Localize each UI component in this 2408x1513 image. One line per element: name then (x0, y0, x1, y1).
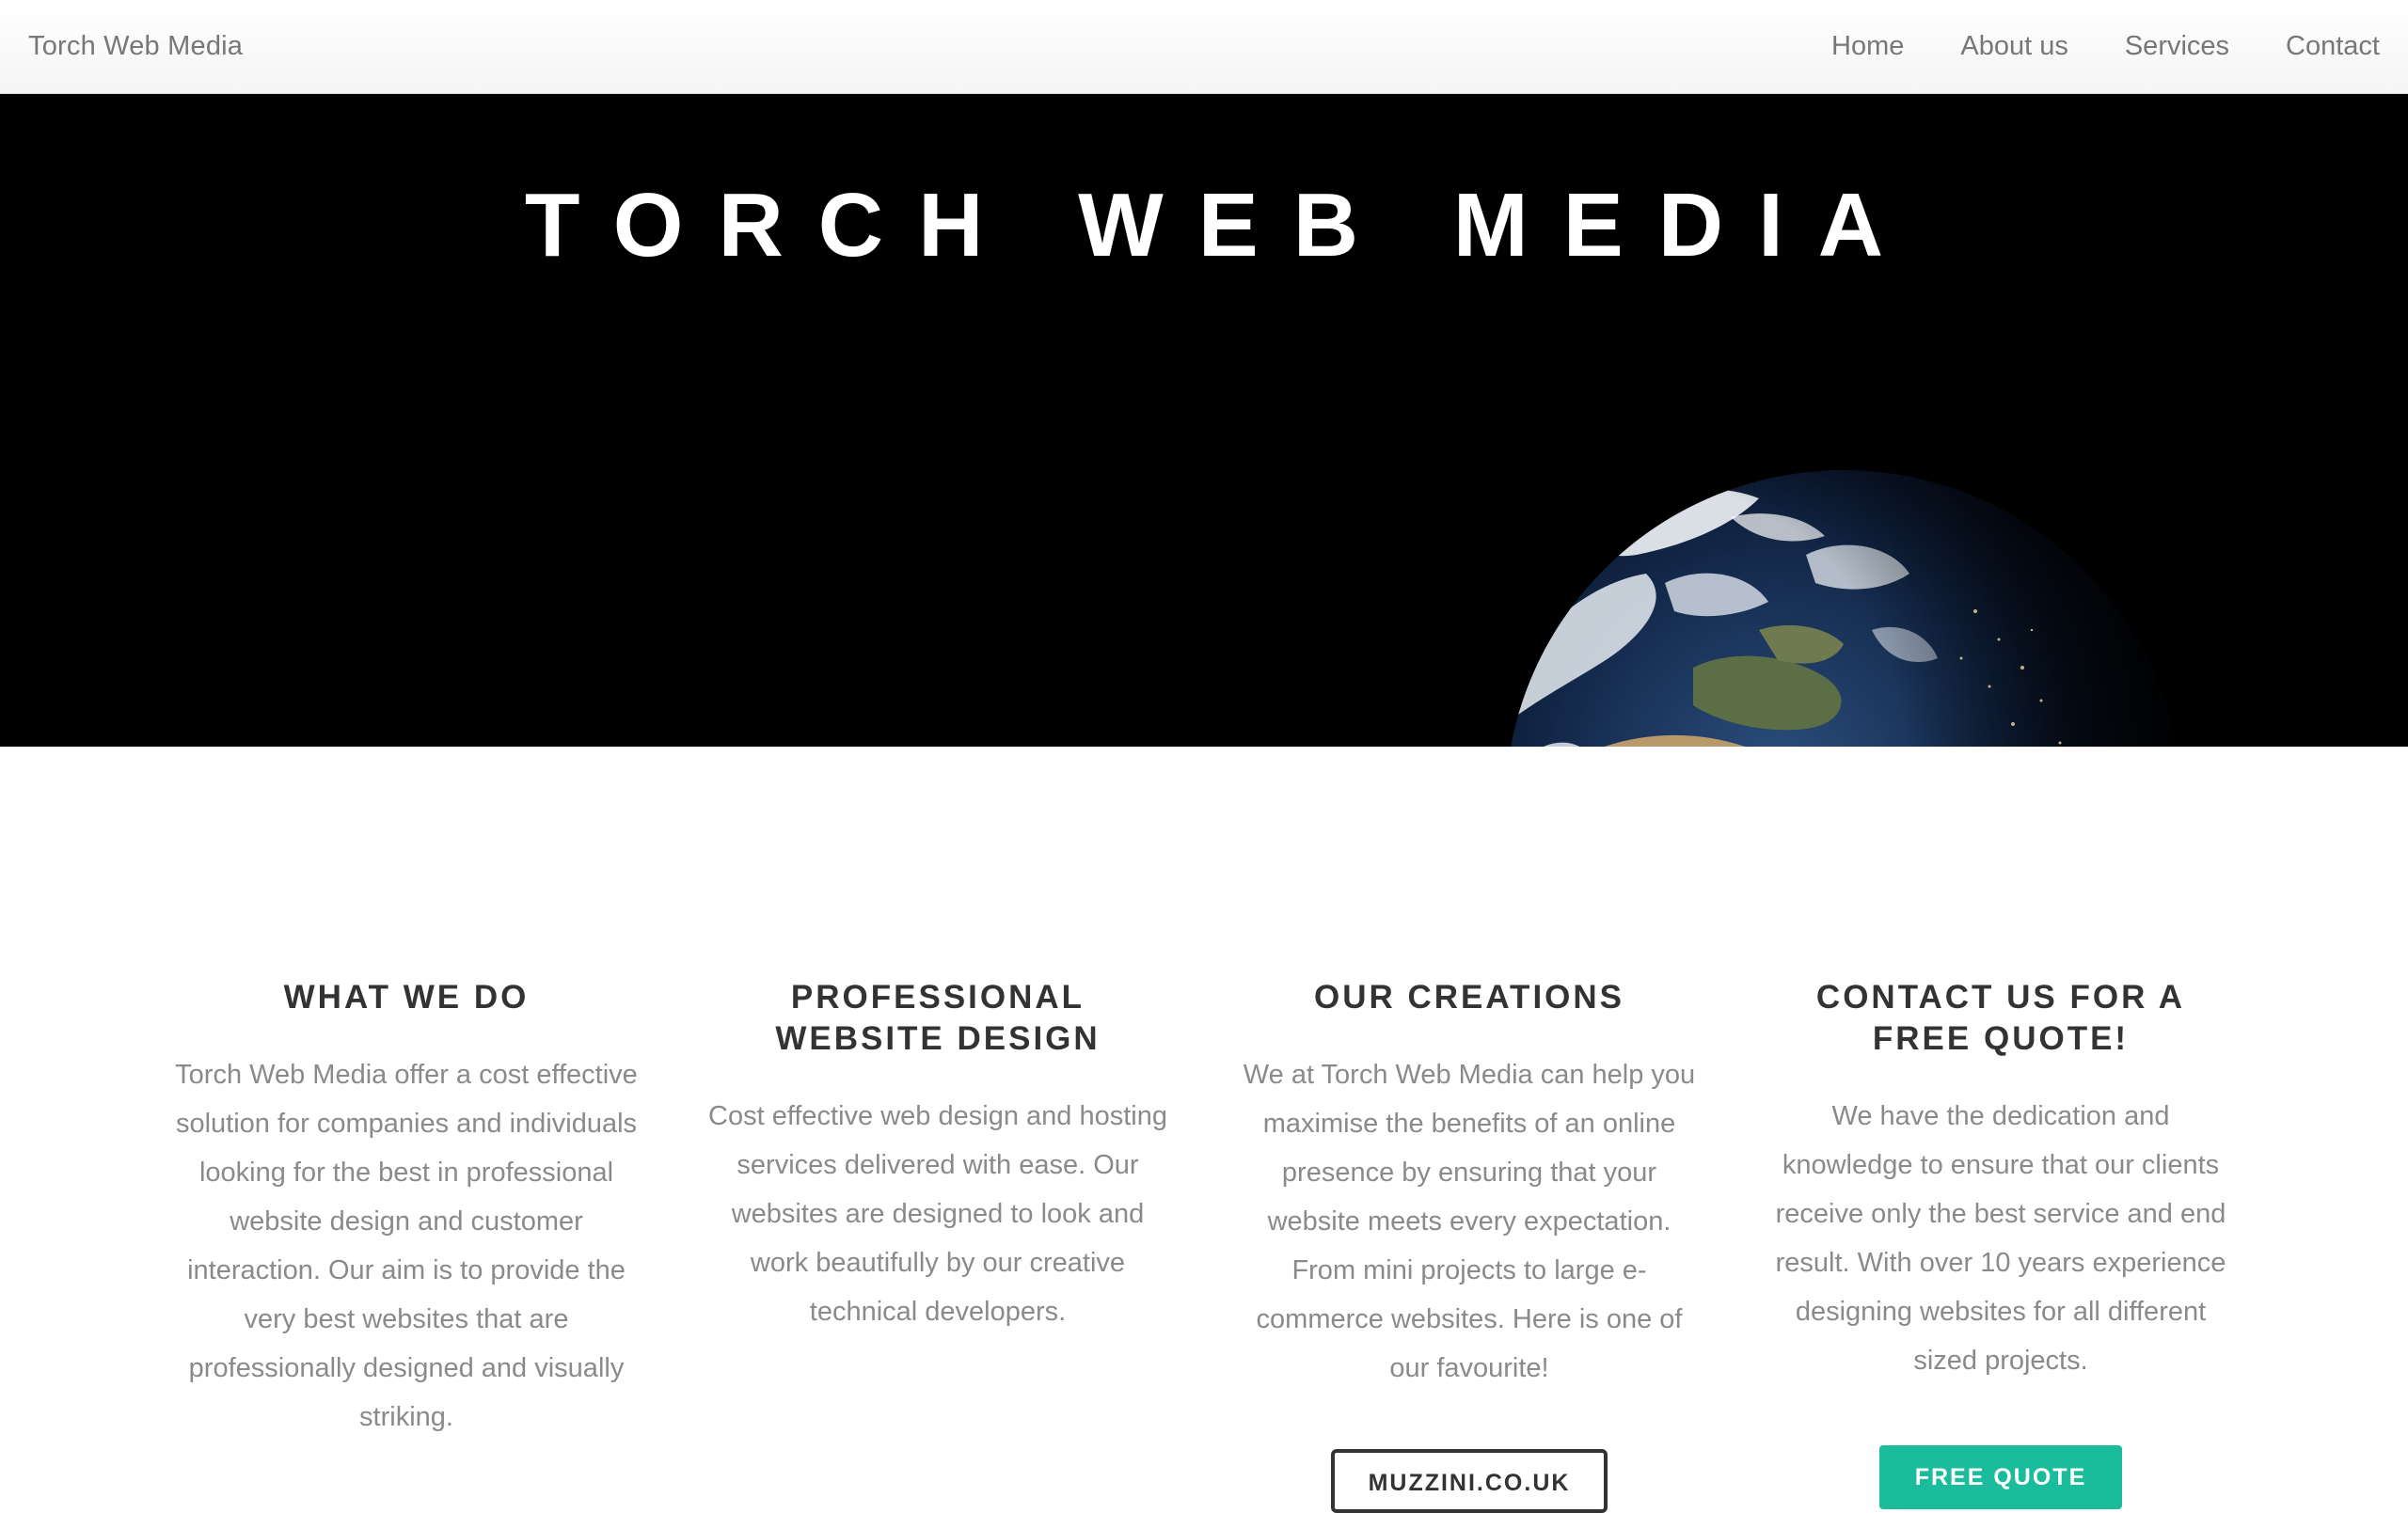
earth-image (1505, 470, 2177, 747)
nav-links: Home About us Services Contact (1831, 31, 2380, 62)
column-heading: PROFESSIONAL WEBSITE DESIGN (775, 979, 1101, 1057)
features-section: WHAT WE DO Torch Web Media offer a cost … (0, 747, 2408, 1513)
column-heading: OUR CREATIONS (1313, 979, 1625, 1016)
column-body: We at Torch Web Media can help you maxim… (1243, 1060, 1696, 1383)
column-contact-quote: CONTACT US FOR A FREE QUOTE! We have the… (1766, 977, 2236, 1509)
nav-contact[interactable]: Contact (2286, 31, 2380, 62)
nav-about-us[interactable]: About us (1960, 31, 2067, 62)
hero-banner: TORCH WEB MEDIA (0, 94, 2408, 747)
column-professional-design: PROFESSIONAL WEBSITE DESIGN Cost effecti… (703, 977, 1173, 1336)
brand-link[interactable]: Torch Web Media (28, 31, 243, 62)
free-quote-button[interactable]: FREE QUOTE (1878, 1445, 2123, 1509)
column-our-creations: OUR CREATIONS We at Torch Web Media can … (1234, 977, 1704, 1513)
nav-home[interactable]: Home (1831, 31, 1904, 62)
column-what-we-do: WHAT WE DO Torch Web Media offer a cost … (171, 977, 642, 1442)
column-body: Torch Web Media offer a cost effective s… (175, 1060, 638, 1432)
column-heading: WHAT WE DO (283, 979, 530, 1016)
muzzini-link-button[interactable]: MUZZINI.CO.UK (1330, 1449, 1608, 1513)
top-navbar: Torch Web Media Home About us Services C… (0, 0, 2408, 94)
hero-title: TORCH WEB MEDIA (524, 175, 1919, 276)
column-body: We have the dedication and knowledge to … (1775, 1101, 2226, 1376)
column-heading: CONTACT US FOR A FREE QUOTE! (1815, 979, 2186, 1057)
nav-services[interactable]: Services (2125, 31, 2229, 62)
column-body: Cost effective web design and hosting se… (708, 1101, 1167, 1327)
